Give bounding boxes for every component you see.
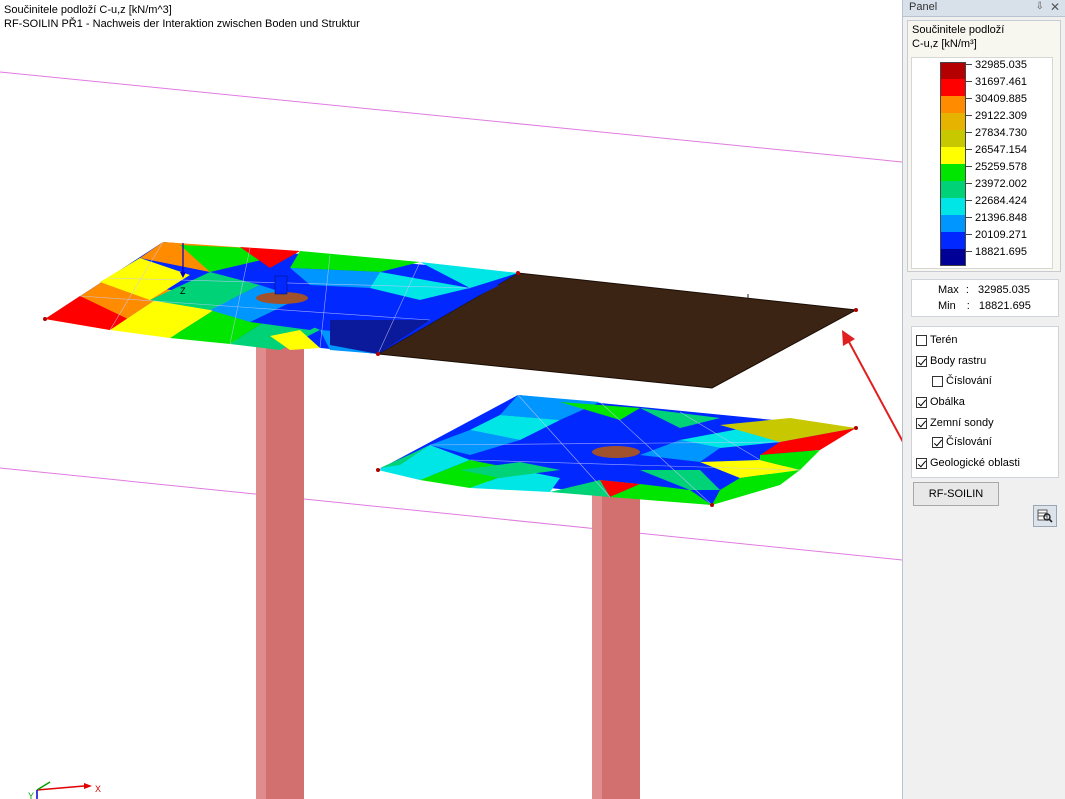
min-row: Min : 18821.695 (938, 300, 1031, 312)
checkbox[interactable] (916, 355, 927, 367)
checkbox[interactable] (916, 334, 927, 346)
color-legend: Součinitele podloží C-u,z [kN/m³] 32985.… (907, 20, 1061, 272)
max-label: Max (938, 284, 959, 296)
legend-swatch (940, 215, 966, 232)
panel-header: Panel ⇩ ✕ (903, 0, 1065, 17)
min-value: 18821.695 (978, 300, 1031, 312)
axis-x-label: X (95, 784, 101, 794)
option-obalka[interactable]: Obálka (916, 394, 965, 410)
legend-value: 32985.035 (975, 59, 1027, 71)
legend-swatch (940, 79, 966, 96)
zoom-table-icon[interactable] (1033, 505, 1057, 527)
legend-tick (966, 81, 972, 82)
legend-tick (966, 64, 972, 65)
model-scene: Z X Y (0, 71, 902, 799)
column-right-highlight (592, 490, 602, 799)
legend-tick (966, 166, 972, 167)
legend-tick (966, 132, 972, 133)
pin-icon[interactable]: ⇩ (1036, 1, 1044, 12)
legend-value: 21396.848 (975, 212, 1027, 224)
color-scale: 32985.035 31697.461 30409.885 29122.309 2783… (911, 57, 1053, 269)
column-head-right (592, 446, 640, 458)
legend-tick (966, 98, 972, 99)
legend-title: Součinitele podloží (912, 24, 1005, 36)
legend-value: 31697.461 (975, 76, 1027, 88)
legend-swatch (940, 62, 966, 79)
column-stub (274, 275, 288, 295)
legend-value: 26547.154 (975, 144, 1027, 156)
option-label: Terén (930, 334, 958, 346)
callout-arrow-head (842, 330, 855, 346)
legend-value: 18821.695 (975, 246, 1027, 258)
legend-value: 27834.730 (975, 127, 1027, 139)
option-geologicke-oblasti[interactable]: Geologické oblasti (916, 455, 1020, 471)
option-label: Obálka (930, 396, 965, 408)
option-cislovani-sond[interactable]: Číslování (932, 434, 992, 450)
option-label: Číslování (946, 375, 992, 387)
legend-value: 30409.885 (975, 93, 1027, 105)
max-value: 32985.035 (977, 284, 1030, 296)
option-label: Geologické oblasti (930, 457, 1020, 469)
rf-soilin-button[interactable]: RF-SOILIN (913, 482, 999, 506)
option-label: Body rastru (930, 355, 987, 367)
legend-swatch (940, 164, 966, 181)
legend-subtitle: C-u,z [kN/m³] (912, 38, 977, 50)
legend-tick (966, 149, 972, 150)
checkbox[interactable] (916, 417, 927, 429)
legend-tick (966, 115, 972, 116)
legend-swatch (940, 232, 966, 249)
legend-value: 25259.578 (975, 161, 1027, 173)
global-axes-icon (36, 781, 92, 799)
display-options: Terén Body rastru Číslování Obálka Zemní… (911, 326, 1059, 478)
legend-swatch (940, 96, 966, 113)
guide-line (0, 71, 902, 163)
legend-swatch (940, 198, 966, 215)
legend-tick (966, 183, 972, 184)
panel: Panel ⇩ ✕ Součinitele podloží C-u,z [kN/… (902, 0, 1065, 799)
legend-swatch (940, 147, 966, 164)
legend-value: 20109.271 (975, 229, 1027, 241)
legend-swatch (940, 249, 966, 266)
option-zemni-sondy[interactable]: Zemní sondy (916, 415, 994, 431)
option-body-rastru[interactable]: Body rastru (916, 353, 986, 369)
3d-viewport[interactable]: Součinitele podloží C-u,z [kN/m^3] RF-SO… (0, 0, 902, 799)
option-cislovani-rastru[interactable]: Číslování (932, 373, 992, 389)
legend-swatch (940, 113, 966, 130)
legend-value: 23972.002 (975, 178, 1027, 190)
max-row: Max : 32985.035 (938, 284, 1030, 296)
checkbox[interactable] (916, 457, 927, 469)
option-label: Číslování (946, 436, 992, 448)
min-label: Min (938, 300, 956, 312)
svg-text:Z: Z (180, 286, 186, 296)
legend-value: 22684.424 (975, 195, 1027, 207)
checkbox[interactable] (916, 396, 927, 408)
option-teren[interactable]: Terén (916, 332, 958, 348)
checkbox[interactable] (932, 375, 943, 387)
legend-swatch (940, 130, 966, 147)
axis-y-label: Y (28, 791, 34, 799)
option-label: Zemní sondy (930, 417, 994, 429)
close-icon[interactable]: ✕ (1050, 0, 1060, 14)
legend-tick (966, 200, 972, 201)
legend-tick (966, 251, 972, 252)
legend-tick (966, 217, 972, 218)
checkbox[interactable] (932, 436, 943, 448)
legend-value: 29122.309 (975, 110, 1027, 122)
column-left-highlight (256, 340, 266, 799)
legend-tick (966, 234, 972, 235)
max-min-box: Max : 32985.035 Min : 18821.695 (911, 279, 1059, 317)
panel-title: Panel (909, 1, 938, 13)
legend-swatch (940, 181, 966, 198)
